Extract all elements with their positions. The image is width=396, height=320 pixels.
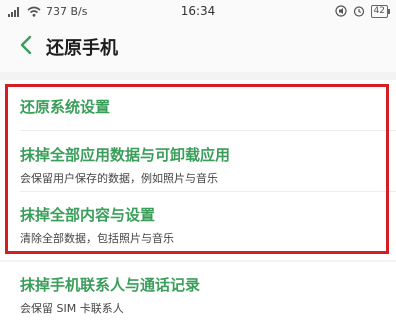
status-right: 42	[334, 4, 396, 18]
header-bar: 还原手机	[0, 22, 396, 72]
option-subtitle: 会保留用户保存的数据，例如照片与音乐	[20, 172, 218, 185]
chevron-left-icon	[20, 35, 32, 58]
back-button[interactable]	[6, 27, 46, 67]
option-erase-contacts-calls[interactable]: 抹掉手机联系人与通话记录 会保留 SIM 卡联系人	[20, 274, 376, 316]
option-erase-app-data[interactable]: 抹掉全部应用数据与可卸载应用 会保留用户保存的数据，例如照片与音乐	[20, 144, 376, 186]
status-bar: 737 B/s 16:34 42	[0, 0, 396, 22]
divider	[20, 191, 396, 192]
status-left: 737 B/s	[0, 5, 87, 18]
divider	[20, 130, 396, 131]
reset-options-card: 还原系统设置 抹掉全部应用数据与可卸载应用 会保留用户保存的数据，例如照片与音乐…	[0, 80, 396, 260]
battery-indicator: 42	[370, 4, 391, 18]
network-speed: 737 B/s	[46, 4, 88, 18]
option-title: 抹掉全部应用数据与可卸载应用	[20, 146, 231, 164]
option-title: 抹掉全部内容与设置	[20, 206, 156, 224]
option-reset-system-settings[interactable]: 还原系统设置	[20, 96, 376, 117]
contacts-option-card: 抹掉手机联系人与通话记录 会保留 SIM 卡联系人	[0, 262, 396, 320]
option-subtitle: 会保留 SIM 卡联系人	[20, 302, 124, 315]
option-title: 抹掉手机联系人与通话记录	[20, 276, 201, 294]
option-erase-all-content[interactable]: 抹掉全部内容与设置 清除全部数据，包括照片与音乐	[20, 204, 376, 246]
signal-icon	[8, 6, 22, 17]
wifi-icon	[27, 6, 41, 17]
mute-icon	[334, 5, 347, 17]
alarm-icon	[353, 5, 365, 17]
option-title: 还原系统设置	[20, 98, 111, 116]
page-title: 还原手机	[46, 38, 118, 59]
option-subtitle: 清除全部数据，包括照片与音乐	[20, 232, 174, 245]
